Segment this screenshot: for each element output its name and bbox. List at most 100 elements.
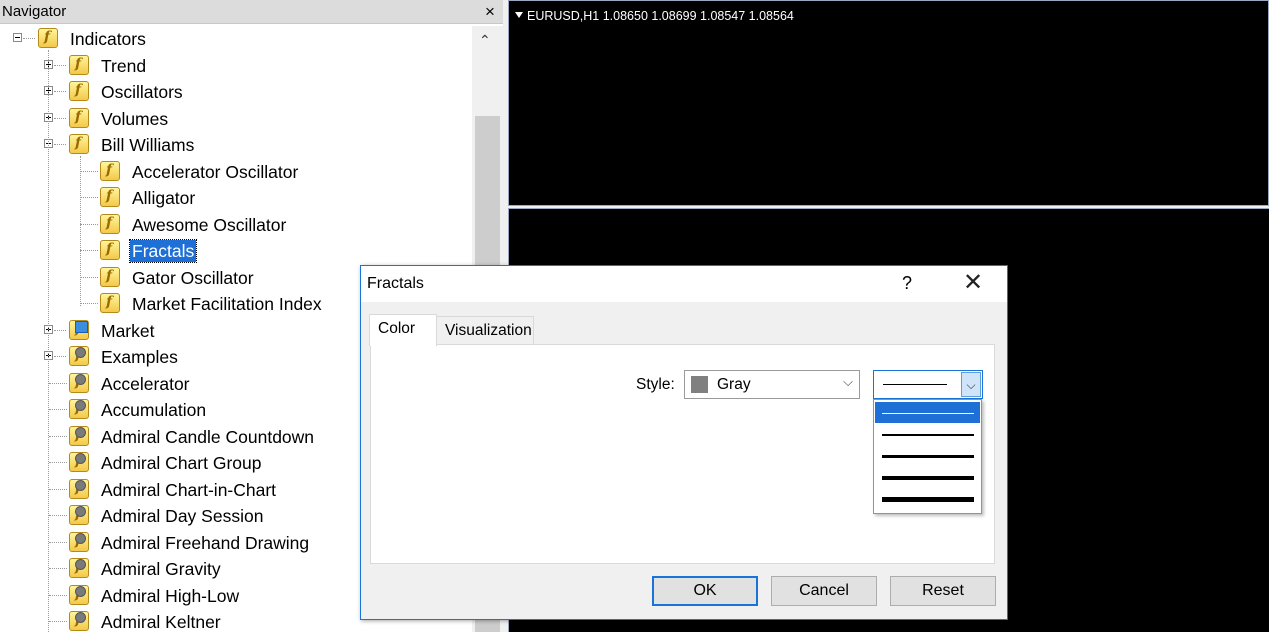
tree-connector [80,156,82,306]
indicator-icon: f [100,187,120,207]
tree-item-label: Oscillators [101,82,183,102]
gear-badge-icon [75,347,86,358]
line-width-preview [883,384,947,385]
chart-dropdown-icon[interactable] [515,12,523,18]
tree-item-label: Admiral Chart-in-Chart [101,479,277,500]
tree-item-label: Admiral High-Low [101,585,240,606]
function-glyph: f [106,188,113,204]
dialog-titlebar: Fractals ? ✕ [361,266,1007,302]
tree-connector [49,488,67,491]
custom-indicator-icon: f [69,372,89,393]
gear-badge-icon [75,400,86,411]
function-glyph: f [75,135,82,151]
indicator-icon: f [100,160,120,181]
tree-item-label: Admiral Candle Countdown [101,426,315,447]
custom-indicator-icon: f [69,452,89,472]
tree-item[interactable]: f Fractals [0,238,472,264]
color-swatch [691,376,708,393]
gear-badge-icon [75,585,86,597]
navigator-close-icon[interactable]: × [480,2,500,22]
tree-item-label: Admiral Keltner [101,612,221,632]
line-width-option[interactable] [875,424,980,445]
tree-item[interactable]: f Volumes [0,106,472,132]
indicator-folder-icon: f [69,107,89,128]
line-width-option[interactable] [875,402,980,423]
custom-indicator-icon: f [69,558,89,578]
tree-item[interactable]: f Awesome Oscillator [0,212,472,238]
gear-badge-icon [75,506,86,517]
custom-indicator-icon: f [69,611,89,631]
market-indicator-icon: f [69,319,89,340]
line-width-option[interactable] [875,488,980,509]
tree-item[interactable]: f Oscillators [0,79,472,105]
gear-badge-icon [75,612,86,623]
line-width-option[interactable] [875,445,980,466]
function-glyph: f [106,267,113,284]
function-glyph: f [106,161,113,178]
tree-connector [49,462,67,464]
tree-item-label: Market [101,320,155,341]
cancel-button[interactable]: Cancel [771,576,877,606]
tree-item-label: Trend [101,55,147,76]
indicator-folder-icon: f [38,28,58,48]
tree-item[interactable]: f Indicators [0,26,472,52]
gear-badge-icon [75,426,86,438]
help-icon[interactable]: ? [899,273,915,294]
tree-connector [48,50,50,632]
tree-item[interactable]: f Alligator [0,185,472,211]
custom-indicator-icon: f [69,584,89,605]
function-glyph: f [106,214,113,231]
ok-button[interactable]: OK [652,576,758,606]
gear-badge-icon [75,479,86,491]
tree-connector [80,170,98,173]
tree-item-label: Accumulation [101,400,207,420]
tree-connector [80,223,98,226]
tree-item-label: Indicators [70,29,146,49]
color-value: Gray [717,376,751,393]
line-sample [882,433,974,436]
tree-item-label: Admiral Chart Group [101,453,262,473]
indicator-icon: f [100,240,120,260]
line-width-dropdown-list [873,399,982,514]
line-sample [882,455,974,458]
tree-connector [54,117,66,120]
tree-item[interactable]: f Trend [0,53,472,79]
tree-connector [49,435,67,438]
line-width-option[interactable] [875,467,980,488]
navigator-titlebar: Navigator × [0,0,503,24]
reset-button[interactable]: Reset [890,576,996,606]
tree-connector [54,329,66,332]
tree-connector [23,38,35,40]
tree-connector [80,250,98,252]
tab-color[interactable]: Color [369,314,437,346]
tree-connector [49,621,67,623]
collapse-icon[interactable] [13,33,22,42]
fractals-dialog: Fractals ? ✕ Color Visualization Style: … [360,265,1008,620]
function-glyph: f [75,108,82,125]
indicator-icon: f [100,213,120,234]
tree-item-label: Bill Williams [101,135,195,155]
tree-item-label: Examples [101,347,178,367]
line-width-select[interactable]: ⌵ [873,370,983,399]
chevron-down-icon[interactable]: ⌵ [961,372,981,397]
tree-item-label: Admiral Freehand Drawing [101,532,310,553]
custom-indicator-icon: f [69,478,89,499]
chevron-down-icon: ⌵ [843,374,853,389]
color-select[interactable]: Gray ⌵ [684,370,860,399]
tree-item[interactable]: f Bill Williams [0,132,472,158]
function-glyph: f [106,241,113,257]
download-badge-icon [75,320,88,333]
tree-connector [54,356,66,358]
gear-badge-icon [75,559,86,570]
tree-item[interactable]: f Accelerator Oscillator [0,159,472,185]
scroll-up-icon[interactable]: ⌃ [479,32,491,49]
tree-item-label: Gator Oscillator [132,267,254,288]
tree-connector [49,541,67,544]
gear-badge-icon [75,373,86,385]
chart-window[interactable]: EURUSD,H1 1.08650 1.08699 1.08547 1.0856… [508,0,1269,206]
function-glyph: f [106,294,113,310]
tab-visualization[interactable]: Visualization [436,316,534,345]
tree-item-label: Market Facilitation Index [132,294,322,314]
gear-badge-icon [75,453,86,464]
close-icon[interactable]: ✕ [961,270,985,296]
